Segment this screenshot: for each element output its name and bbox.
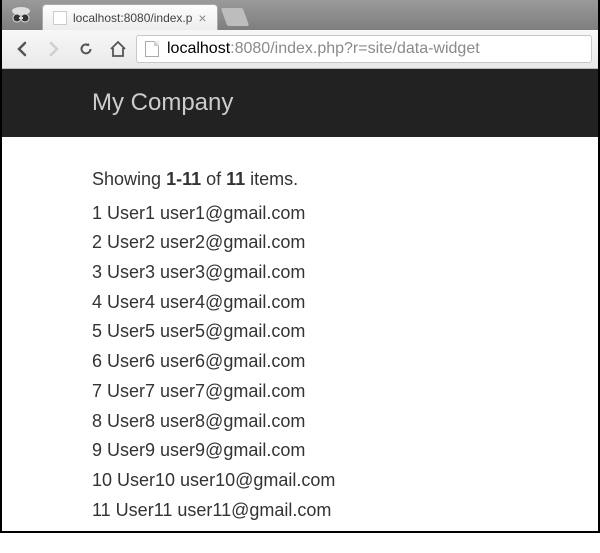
browser-tab[interactable]: localhost:8080/index.p × (42, 4, 218, 30)
url-host: localhost (167, 40, 230, 57)
incognito-icon (6, 2, 36, 28)
favicon-icon (53, 11, 67, 25)
summary-range: 1-11 (166, 169, 201, 189)
url-text: localhost:8080/index.php?r=site/data-wid… (167, 40, 480, 58)
summary-total: 11 (226, 169, 245, 189)
list-item: 11 User11 user11@gmail.com (92, 496, 508, 526)
summary-line: Showing 1-11 of 11 items. (92, 165, 508, 195)
forward-button[interactable] (40, 35, 68, 63)
list-item: 4 User4 user4@gmail.com (92, 288, 508, 318)
list-item: 2 User2 user2@gmail.com (92, 228, 508, 258)
tab-bar: localhost:8080/index.p × (2, 0, 598, 30)
list-item: 1 User1 user1@gmail.com (92, 199, 508, 229)
data-rows: 1 User1 user1@gmail.com2 User2 user2@gma… (92, 199, 508, 526)
browser-chrome: localhost:8080/index.p × localhost:8080/… (2, 0, 598, 69)
new-tab-button[interactable] (220, 8, 249, 26)
tab-title: localhost:8080/index.p (73, 11, 192, 25)
list-item: 6 User6 user6@gmail.com (92, 347, 508, 377)
close-icon[interactable]: × (198, 11, 206, 25)
summary-mid: of (201, 169, 226, 189)
list-item: 8 User8 user8@gmail.com (92, 407, 508, 437)
nav-bar: localhost:8080/index.php?r=site/data-wid… (2, 30, 598, 68)
summary-suffix: items. (245, 169, 298, 189)
list-item: 7 User7 user7@gmail.com (92, 377, 508, 407)
reload-button[interactable] (72, 35, 100, 63)
home-button[interactable] (104, 35, 132, 63)
summary-prefix: Showing (92, 169, 166, 189)
list-item: 3 User3 user3@gmail.com (92, 258, 508, 288)
url-path: :8080/index.php?r=site/data-widget (230, 40, 480, 57)
back-button[interactable] (8, 35, 36, 63)
list-item: 5 User5 user5@gmail.com (92, 317, 508, 347)
page-header: My Company (2, 69, 598, 137)
content: Showing 1-11 of 11 items. 1 User1 user1@… (2, 137, 598, 553)
url-bar[interactable]: localhost:8080/index.php?r=site/data-wid… (136, 35, 592, 63)
list-item: 10 User10 user10@gmail.com (92, 466, 508, 496)
page-icon (145, 41, 159, 57)
list-item: 9 User9 user9@gmail.com (92, 436, 508, 466)
site-title: My Company (92, 89, 233, 116)
